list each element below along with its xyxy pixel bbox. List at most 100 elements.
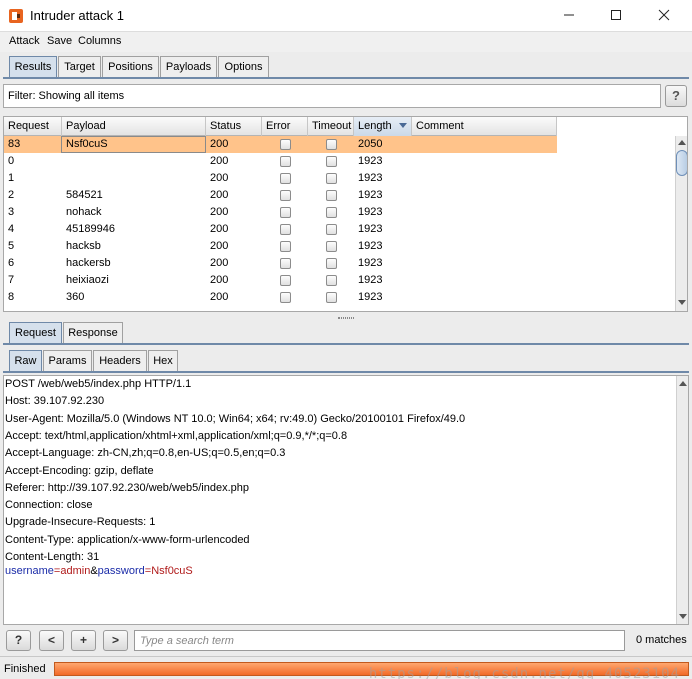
cell-length: 1923 <box>358 257 383 269</box>
cell-request: 0 <box>8 155 15 167</box>
cell-length: 1923 <box>358 274 383 286</box>
request-header-line: Host: 39.107.92.230 <box>5 395 105 408</box>
column-header-error[interactable]: Error <box>262 117 308 136</box>
watermark: https://blog.csdn.net/qq_40523104 <box>368 666 680 679</box>
minimize-button[interactable] <box>557 4 581 28</box>
tab-options[interactable]: Options <box>218 56 269 78</box>
tab-request[interactable]: Request <box>9 322 62 344</box>
table-row[interactable]: 6 hackersb 200 1923 <box>4 255 557 272</box>
table-row[interactable]: 7 heixiaozi 200 1923 <box>4 272 557 289</box>
error-checkbox <box>280 258 291 269</box>
search-next-button[interactable]: > <box>103 630 128 651</box>
cell-request: 6 <box>8 257 15 269</box>
table-row[interactable]: 3 nohack 200 1923 <box>4 204 557 221</box>
table-scrollbar[interactable] <box>675 136 687 311</box>
error-checkbox <box>280 292 291 303</box>
request-body: username=admin&password=Nsf0cuS <box>5 565 193 577</box>
title-bar: Intruder attack 1 <box>0 0 692 32</box>
tab-hex[interactable]: Hex <box>148 350 178 372</box>
column-header-status[interactable]: Status <box>206 117 262 136</box>
column-header-timeout[interactable]: Timeout <box>308 117 354 136</box>
table-row[interactable]: 5 hacksb 200 1923 <box>4 238 557 255</box>
table-row[interactable]: 83 Nsf0cuS 200 2050 <box>4 136 557 153</box>
scroll-up-icon[interactable] <box>679 381 687 386</box>
request-editor[interactable]: POST /web/web5/index.php HTTP/1.1 Host: 3… <box>3 375 689 625</box>
menu-columns[interactable]: Columns <box>78 35 121 47</box>
cell-length: 1923 <box>358 206 383 218</box>
scroll-down-icon[interactable] <box>679 614 687 619</box>
request-header-line: Content-Length: 31 <box>5 551 100 563</box>
status-bar: Finished https://blog.csdn.net/qq_405231… <box>0 656 692 679</box>
tab-target[interactable]: Target <box>58 56 101 78</box>
table-row[interactable]: 1 200 1923 <box>4 170 557 187</box>
tab-headers[interactable]: Headers <box>93 350 147 372</box>
scroll-down-icon[interactable] <box>678 300 686 305</box>
table-row[interactable]: 8 360 200 1923 <box>4 289 557 306</box>
close-icon <box>658 9 670 21</box>
cell-length: 2050 <box>358 138 383 150</box>
column-header-length-label: Length <box>358 120 392 132</box>
menu-attack[interactable]: Attack <box>9 35 40 47</box>
cell-payload <box>62 170 66 187</box>
tab-payloads[interactable]: Payloads <box>160 56 217 78</box>
request-header-line: Accept-Encoding: gzip, deflate <box>5 464 154 477</box>
timeout-checkbox <box>326 241 337 252</box>
cell-status: 200 <box>210 155 229 167</box>
timeout-checkbox <box>326 190 337 201</box>
close-button[interactable] <box>652 4 676 28</box>
search-add-button[interactable]: + <box>71 630 96 651</box>
tab-positions[interactable]: Positions <box>102 56 159 78</box>
cell-payload <box>62 153 66 170</box>
request-header-line: Referer: http://39.107.92.230/web/web5/i… <box>5 481 250 494</box>
cell-status: 200 <box>210 240 229 252</box>
column-header-request[interactable]: Request <box>4 117 62 136</box>
search-input[interactable] <box>134 630 625 651</box>
table-scroll-thumb[interactable] <box>676 150 687 176</box>
menu-save[interactable]: Save <box>47 35 72 47</box>
search-help-button[interactable]: ? <box>6 630 31 651</box>
menu-bar: Attack Save Columns <box>0 32 692 52</box>
pane-splitter[interactable] <box>0 316 692 320</box>
cell-length: 1923 <box>358 291 383 303</box>
table-row[interactable]: 2 584521 200 1923 <box>4 187 557 204</box>
param-value-password: Nsf0cuS <box>151 565 193 577</box>
scroll-up-icon[interactable] <box>678 140 686 145</box>
tab-results[interactable]: Results <box>9 56 57 78</box>
cell-length: 1923 <box>358 155 383 167</box>
timeout-checkbox <box>326 173 337 184</box>
detail-tab-divider <box>3 343 689 345</box>
request-header-line: POST /web/web5/index.php HTTP/1.1 <box>5 378 192 390</box>
cell-length: 1923 <box>358 172 383 184</box>
param-name-username: username <box>5 565 54 577</box>
attack-content: Results Target Positions Payloads Option… <box>0 52 692 679</box>
editor-scrollbar[interactable] <box>676 376 688 624</box>
request-header-line: Upgrade-Insecure-Requests: 1 <box>5 516 156 529</box>
table-row[interactable]: 4 45189946 200 1923 <box>4 221 557 238</box>
param-value-username: admin <box>60 565 91 577</box>
search-match-count: 0 matches <box>636 634 687 646</box>
cell-payload: Nsf0cuS <box>66 138 108 150</box>
filter-bar[interactable]: Filter: Showing all items <box>3 84 661 108</box>
column-header-length[interactable]: Length <box>354 117 412 136</box>
tab-raw[interactable]: Raw <box>9 350 42 372</box>
error-checkbox <box>280 173 291 184</box>
attack-progress-bar: https://blog.csdn.net/qq_40523104 <box>54 662 689 679</box>
column-header-comment[interactable]: Comment <box>412 117 557 136</box>
tab-response[interactable]: Response <box>63 322 123 344</box>
error-checkbox <box>280 207 291 218</box>
tab-params[interactable]: Params <box>43 350 92 372</box>
table-row[interactable]: 0 200 1923 <box>4 153 557 170</box>
cell-payload: 584521 <box>66 189 103 201</box>
splitter-grip[interactable] <box>338 317 354 319</box>
filter-help-button[interactable]: ? <box>665 85 687 107</box>
cell-payload: hacksb <box>66 240 101 252</box>
cell-payload: 360 <box>66 291 85 303</box>
cell-status: 200 <box>210 138 229 150</box>
column-header-payload[interactable]: Payload <box>62 117 206 136</box>
search-previous-button[interactable]: < <box>39 630 64 651</box>
maximize-button[interactable] <box>604 4 628 28</box>
request-header-line: Accept-Language: zh-CN,zh;q=0.8,en-US;q=… <box>5 447 286 460</box>
cell-payload: heixiaozi <box>66 274 109 286</box>
status-text: Finished <box>4 663 46 675</box>
timeout-checkbox <box>326 156 337 167</box>
